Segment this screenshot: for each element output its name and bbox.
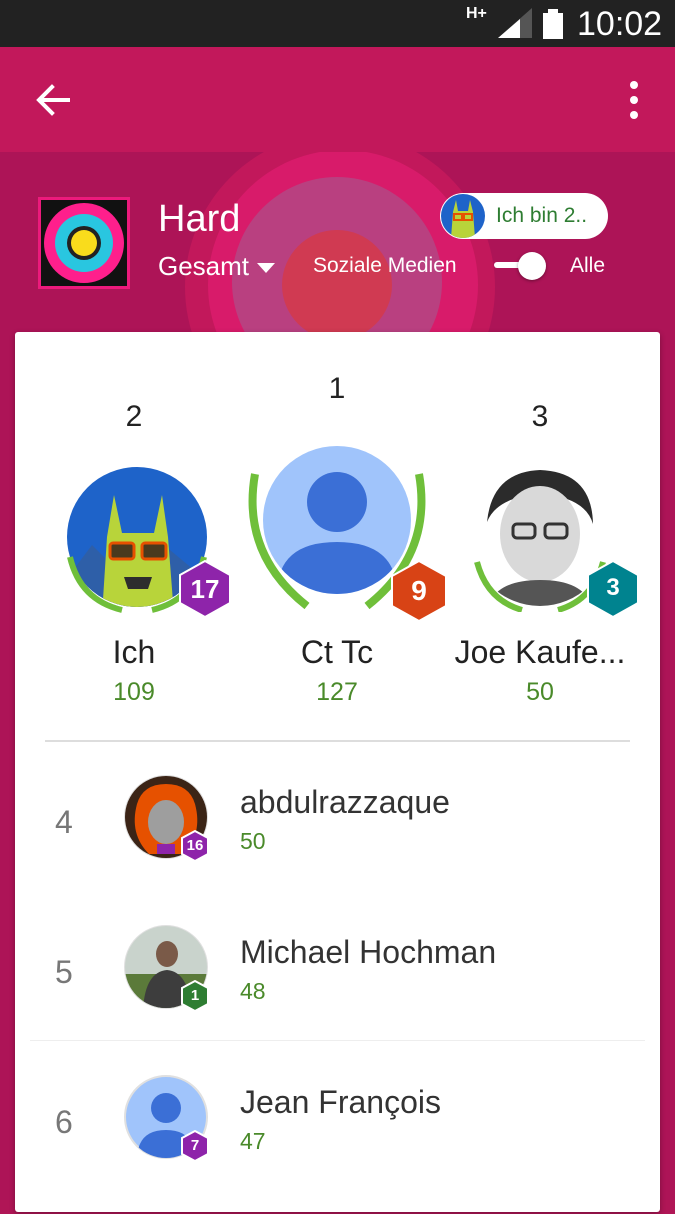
player-score: 48 [240,978,266,1004]
rank-number: 5 [55,954,73,990]
podium-second[interactable]: 2 17 Ich 109 [39,400,231,720]
signal-icon [498,8,532,38]
podium-divider [45,740,630,742]
level-badge: 3 [587,559,639,619]
time-filter-label: Gesamt [158,251,250,281]
level-badge: 16 [181,829,209,863]
app-bar [0,47,675,152]
player-score: 127 [316,678,358,706]
battery-icon [543,9,563,39]
toggle-thumb [518,252,546,280]
player-name: Ct Tc [300,634,374,670]
podium-third[interactable]: 3 3 Joe Kaufe... 50 [445,400,639,720]
game-icon [38,197,130,289]
player-score: 109 [113,678,155,706]
player-score: 47 [240,1128,266,1154]
level-badge: 7 [181,1129,209,1163]
player-name: Ich [112,634,156,670]
level-badge: 1 [181,979,209,1013]
podium-rank: 3 [531,400,549,433]
podium-rank: 1 [328,372,346,405]
list-item[interactable]: 6 7 Jean François 47 [15,1074,660,1214]
more-options-icon[interactable] [614,75,654,125]
network-type: H+ [466,5,487,22]
player-name: Jean François [240,1084,441,1120]
list-item[interactable]: 5 1 Michael Hochman 48 [15,924,660,1064]
rank-number: 6 [55,1104,73,1140]
my-rank-text: Ich bin 2.. [496,204,588,227]
game-title: Hard [158,198,241,240]
player-score: 50 [526,678,554,706]
podium-first[interactable]: 1 9 Ct Tc 127 [237,372,447,720]
level-badge: 17 [179,559,231,619]
back-arrow-icon[interactable] [28,75,78,125]
all-label: Alle [570,254,606,277]
leaderboard-card: 2 17 Ich 109 1 9 Ct Tc 127 3 3 Joe Kaufe… [15,332,660,1212]
status-bar: H+ 10:02 [0,0,675,47]
podium-rank: 2 [125,400,143,433]
my-avatar [441,194,485,238]
player-name: Joe Kaufe... [454,634,626,670]
time-filter-dropdown[interactable]: Gesamt [158,250,276,282]
player-score: 50 [240,828,266,854]
dropdown-caret-icon [257,263,276,274]
target-icon [44,203,124,283]
rank-number: 4 [55,804,73,840]
my-rank-chip[interactable]: Ich bin 2.. [440,193,608,239]
player-name: abdulrazzaque [240,784,450,820]
player-name: Michael Hochman [240,934,497,970]
list-divider [30,1040,645,1041]
social-media-label: Soziale Medien [313,254,457,277]
clock: 10:02 [577,5,663,43]
list-item[interactable]: 4 16 abdulrazzaque 50 [15,774,660,914]
social-all-toggle[interactable] [494,252,556,280]
level-badge: 9 [391,559,447,623]
